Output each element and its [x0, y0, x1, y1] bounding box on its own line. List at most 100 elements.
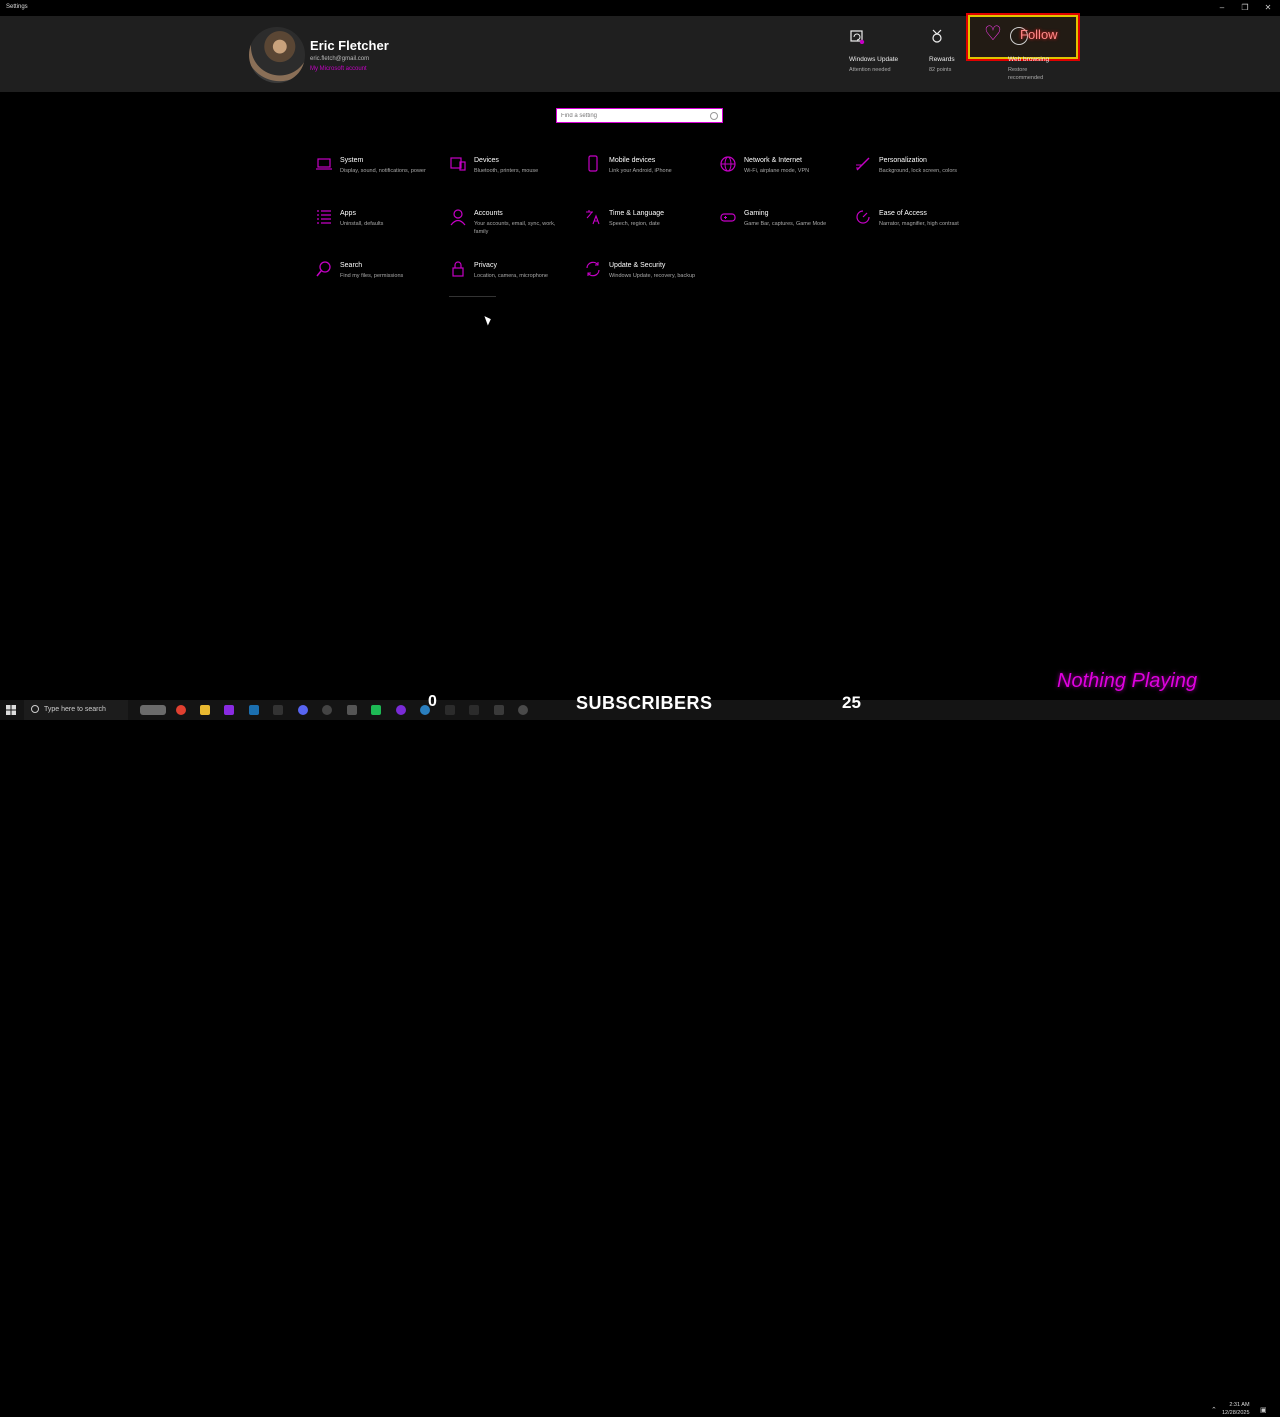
quick-action-subtitle: Restore recommended	[1008, 67, 1044, 81]
maximize-button[interactable]: ❐	[1238, 2, 1252, 14]
obs-icon[interactable]	[322, 705, 332, 715]
settings-search-input[interactable]	[561, 110, 701, 121]
category-title: Devices	[474, 157, 499, 164]
app-icon[interactable]	[518, 705, 528, 715]
category-time-language[interactable]: Time & Language Speech, region, date	[584, 210, 712, 250]
rewards-icon	[932, 29, 942, 43]
settings-gear-icon[interactable]	[494, 705, 504, 715]
category-description: Bluetooth, printers, mouse	[474, 168, 539, 174]
category-update-security[interactable]: Update & Security Windows Update, recove…	[584, 261, 712, 302]
tiktok-icon[interactable]	[273, 705, 283, 715]
category-description: Find my files, permissions	[340, 273, 404, 279]
time-language-icon	[586, 210, 600, 225]
avatar[interactable]	[249, 27, 305, 83]
close-button[interactable]: ✕	[1261, 2, 1275, 14]
globe-icon	[720, 156, 736, 172]
apps-list-icon	[317, 210, 331, 224]
app-icon[interactable]	[371, 705, 381, 715]
lock-icon	[452, 261, 464, 277]
chrome-icon[interactable]	[176, 705, 186, 715]
category-description: Windows Update, recovery, backup	[609, 273, 696, 279]
mouse-cursor	[484, 314, 493, 326]
category-title: Personalization	[879, 157, 927, 164]
clock-date: 12/28/2025	[1222, 1410, 1250, 1416]
profile-email: eric.fletch@gmail.com	[310, 56, 370, 62]
category-title: Search	[340, 262, 363, 269]
gamepad-icon	[720, 213, 736, 222]
minimize-button[interactable]: –	[1215, 2, 1229, 14]
category-personalization[interactable]: Personalization Background, lock screen,…	[854, 157, 982, 197]
devices-icon	[450, 157, 466, 171]
app-icon[interactable]	[445, 705, 455, 715]
app-icon[interactable]	[396, 705, 406, 715]
quick-action-title: Web browsing	[1008, 56, 1050, 63]
category-title: Privacy	[474, 262, 497, 269]
search-highlights-icon[interactable]	[140, 705, 166, 715]
quick-action-title: Windows Update	[849, 56, 899, 63]
subscriber-counter-left: 0	[428, 693, 437, 710]
category-description: Location, camera, microphone	[474, 273, 548, 279]
taskbar-search[interactable]: Type here to search	[24, 700, 128, 720]
search-icon	[316, 261, 331, 277]
settings-search-box[interactable]	[556, 108, 723, 123]
category-network-internet[interactable]: Network & Internet Wi-Fi, airplane mode,…	[719, 156, 847, 197]
now-playing-label: Nothing Playing	[1057, 670, 1198, 692]
search-icon	[710, 112, 718, 120]
account-header	[0, 16, 1280, 92]
subscriber-counter-right: 25	[842, 693, 861, 712]
category-apps[interactable]: Apps Uninstall, defaults	[315, 210, 443, 250]
category-title: Gaming	[744, 210, 769, 217]
category-title: System	[340, 157, 364, 164]
category-description: Game Bar, captures, Game Mode	[744, 221, 827, 227]
search-icon	[31, 705, 39, 713]
category-search[interactable]: Search Find my files, permissions	[315, 261, 443, 302]
category-description: Link your Android, iPhone	[609, 168, 672, 174]
taskbar-clock[interactable]: 2:31 AM 12/28/2025	[1222, 1401, 1250, 1417]
title-bar: Settings – ❐ ✕	[0, 0, 1280, 16]
clock-time: 2:31 AM	[1229, 1402, 1250, 1408]
category-accounts[interactable]: Accounts Your accounts, email, sync, wor…	[449, 209, 577, 250]
sync-icon	[586, 261, 600, 277]
notification-icon[interactable]: ▣	[1260, 1406, 1267, 1414]
category-system[interactable]: System Display, sound, notifications, po…	[315, 157, 443, 197]
app-icon[interactable]	[347, 705, 357, 715]
file-explorer-icon[interactable]	[200, 705, 210, 715]
phone-icon	[588, 155, 598, 172]
brush-icon	[856, 157, 870, 171]
category-description: Speech, region, date	[609, 221, 660, 227]
category-devices[interactable]: Devices Bluetooth, printers, mouse	[449, 157, 577, 197]
quick-action-title: Rewards	[929, 56, 955, 63]
discord-icon[interactable]	[298, 705, 308, 715]
category-description: Wi-Fi, airplane mode, VPN	[744, 168, 810, 174]
category-ease-of-access[interactable]: Ease of Access Narrator, magnifier, high…	[854, 210, 982, 250]
category-description: Uninstall, defaults	[340, 221, 384, 227]
quick-action-subtitle: 82 points	[929, 67, 952, 73]
category-description: Your accounts, email, sync, work, family	[474, 221, 556, 235]
microsoft-account-link[interactable]: My Microsoft account	[310, 66, 367, 72]
profile-name: Eric Fletcher	[310, 38, 389, 53]
category-description: Background, lock screen, colors	[879, 168, 957, 174]
category-description: Narrator, magnifier, high contrast	[879, 221, 959, 227]
person-icon	[450, 209, 466, 226]
category-title: Time & Language	[609, 210, 664, 217]
subscribers-label: SUBSCRIBERS	[576, 693, 713, 713]
category-title: Network & Internet	[744, 157, 802, 164]
category-title: Update & Security	[609, 262, 666, 269]
laptop-icon	[316, 158, 332, 170]
ease-of-access-icon	[856, 210, 870, 224]
steam-icon[interactable]	[249, 705, 259, 715]
category-mobile-devices[interactable]: Mobile devices Link your Android, iPhone	[584, 155, 712, 197]
follow-label: Follow	[1020, 27, 1058, 42]
app-icon[interactable]	[469, 705, 479, 715]
taskbar-search-placeholder: Type here to search	[44, 706, 106, 713]
focus-underline	[449, 296, 496, 297]
follow-overlay[interactable]: ♡ Follow	[966, 13, 1080, 61]
windows-update-icon	[850, 30, 865, 44]
category-title: Mobile devices	[609, 157, 656, 164]
category-title: Accounts	[474, 210, 503, 217]
quick-action-subtitle: Attention needed	[849, 67, 891, 73]
windows-start-icon[interactable]	[6, 705, 16, 715]
category-gaming[interactable]: Gaming Game Bar, captures, Game Mode	[719, 210, 847, 250]
chevron-up-icon[interactable]: ⌃	[1211, 1406, 1217, 1414]
visual-studio-icon[interactable]	[224, 705, 234, 715]
